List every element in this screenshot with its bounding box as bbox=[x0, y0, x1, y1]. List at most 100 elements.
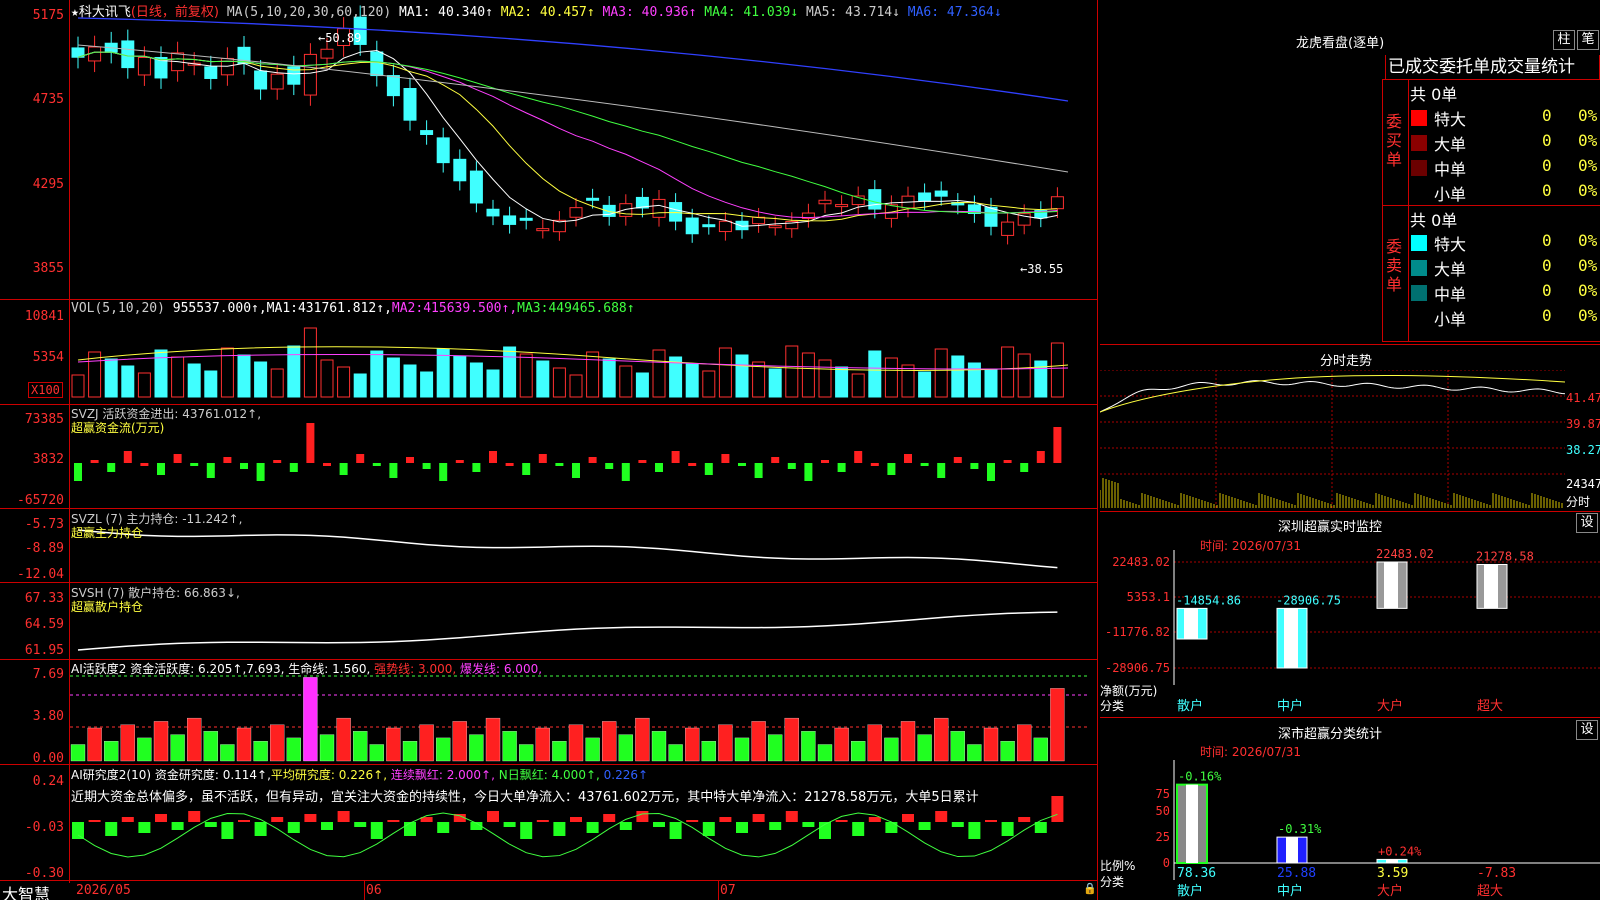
activity-bar bbox=[203, 731, 218, 762]
research-bar bbox=[354, 822, 367, 827]
ai2-avg: 平均研究度: 0.226↑, bbox=[270, 768, 388, 782]
color-swatch bbox=[1411, 285, 1427, 301]
activity-bar bbox=[502, 731, 517, 762]
brand-logo[interactable]: 大智慧 bbox=[2, 881, 50, 900]
volume-bar bbox=[486, 369, 500, 398]
row-value: 0 bbox=[1542, 281, 1552, 300]
ytick: -5.73 bbox=[24, 517, 64, 532]
tick-mode-button[interactable]: 笔 bbox=[1577, 30, 1599, 50]
stock-name[interactable]: 科大讯飞 bbox=[79, 5, 131, 20]
volume-bar bbox=[785, 345, 799, 398]
research-bar bbox=[370, 822, 383, 839]
activity-bar bbox=[436, 737, 451, 762]
research-bar bbox=[702, 822, 715, 836]
research-bar bbox=[503, 822, 516, 827]
activity-bar bbox=[983, 727, 999, 762]
volume-bar bbox=[137, 372, 151, 398]
candle-body bbox=[519, 217, 533, 221]
flow-bar bbox=[754, 463, 763, 478]
candle-body bbox=[436, 137, 450, 164]
activity-bar bbox=[70, 744, 86, 762]
flow-bar bbox=[621, 463, 630, 481]
research-bar bbox=[918, 822, 931, 830]
position-line bbox=[77, 611, 1058, 651]
candle-body bbox=[137, 56, 151, 76]
ma-value-5: MA5: 43.714↓ bbox=[798, 5, 900, 20]
flow-bar bbox=[90, 460, 99, 463]
volume-bar bbox=[635, 372, 649, 398]
monitor-ytick: 5353.1 bbox=[1127, 590, 1170, 604]
activity-bar bbox=[851, 741, 866, 762]
vol-unit-badge[interactable]: X100 bbox=[28, 382, 63, 398]
star-icon[interactable]: ★ bbox=[71, 5, 79, 20]
stat-settings-button[interactable]: 设 bbox=[1576, 720, 1598, 740]
volume-bar bbox=[386, 357, 400, 398]
activity-bar bbox=[784, 717, 799, 762]
stat-bar-highlight bbox=[1386, 859, 1398, 863]
activity-bar bbox=[253, 741, 268, 762]
row-label: 中单 bbox=[1434, 160, 1467, 179]
vol-value: 955537.000↑ bbox=[172, 301, 259, 316]
flow-bar bbox=[787, 463, 796, 469]
research-bar bbox=[1001, 822, 1014, 836]
flow-bar bbox=[904, 454, 912, 463]
research-bar bbox=[636, 811, 649, 822]
row-label: 中单 bbox=[1434, 285, 1467, 304]
intraday-chart[interactable] bbox=[1100, 370, 1565, 510]
activity-bar bbox=[817, 744, 833, 762]
flow-bar bbox=[422, 463, 431, 469]
activity-bar bbox=[934, 717, 949, 762]
volume-bar bbox=[851, 373, 865, 398]
stat-bar-highlight bbox=[1186, 784, 1198, 863]
ai2-red: 连续飘红: 2.000↑, bbox=[390, 768, 495, 782]
buy-total: 共 0单 bbox=[1410, 85, 1458, 104]
volume-bar bbox=[270, 368, 284, 398]
flow-bar bbox=[1053, 427, 1062, 463]
lhb-tabs[interactable]: 已成交委托单成交量统计 bbox=[1385, 55, 1600, 79]
high-marker: ←50.89 bbox=[318, 31, 362, 45]
kline-chart[interactable] bbox=[0, 0, 1098, 900]
volume-bar bbox=[154, 349, 168, 398]
research-bar bbox=[968, 822, 981, 839]
volume-bar bbox=[237, 354, 251, 398]
row-percent: 0% bbox=[1578, 156, 1598, 175]
ytick: -65720 bbox=[17, 493, 64, 508]
volume-bar bbox=[835, 366, 849, 398]
monitor-bar-highlight bbox=[1284, 608, 1298, 668]
volume-bar bbox=[320, 359, 334, 398]
date-divider bbox=[718, 880, 719, 900]
monitor-bar-label: -14854.86 bbox=[1176, 593, 1241, 607]
flow-bar bbox=[74, 463, 82, 481]
monitor-bar-label: 21278.58 bbox=[1476, 549, 1534, 563]
volume-bar bbox=[752, 361, 766, 398]
high-value: 50.89 bbox=[325, 31, 362, 45]
monitor-bar-highlight bbox=[1484, 564, 1498, 609]
row-label: 小单 bbox=[1434, 310, 1467, 329]
activity-bar bbox=[236, 727, 252, 762]
ytick: 41.47 bbox=[1566, 391, 1600, 405]
activity-bar bbox=[137, 737, 152, 762]
intraday-title: 分时走势 bbox=[1320, 354, 1373, 369]
flow-bar bbox=[870, 463, 879, 466]
activity-bar bbox=[635, 717, 650, 762]
activity-bar bbox=[585, 737, 600, 762]
volume-bar bbox=[104, 358, 118, 398]
volume-bar bbox=[1050, 342, 1064, 398]
stat-xlabel: 分类 bbox=[1100, 875, 1125, 889]
monitor-category: 大户 bbox=[1377, 698, 1403, 714]
row-percent: 0% bbox=[1578, 306, 1598, 325]
activity-bar bbox=[701, 741, 716, 762]
bar-mode-button[interactable]: 柱 bbox=[1553, 30, 1575, 50]
activity-bar bbox=[303, 677, 318, 762]
flow-bar bbox=[1020, 463, 1029, 472]
ma-params: MA(5,10,20,30,60,120) bbox=[226, 5, 392, 20]
stat-ytick: 0 bbox=[1163, 856, 1170, 870]
activity-bar bbox=[1050, 688, 1065, 762]
activity-bar bbox=[469, 734, 484, 762]
divider bbox=[1382, 79, 1600, 80]
monitor-category: 中户 bbox=[1277, 698, 1303, 714]
research-bar bbox=[985, 820, 997, 822]
stat-value: 78.36 bbox=[1177, 866, 1216, 881]
research-bar bbox=[619, 822, 632, 830]
lock-icon[interactable]: 🔒 bbox=[1083, 882, 1097, 895]
